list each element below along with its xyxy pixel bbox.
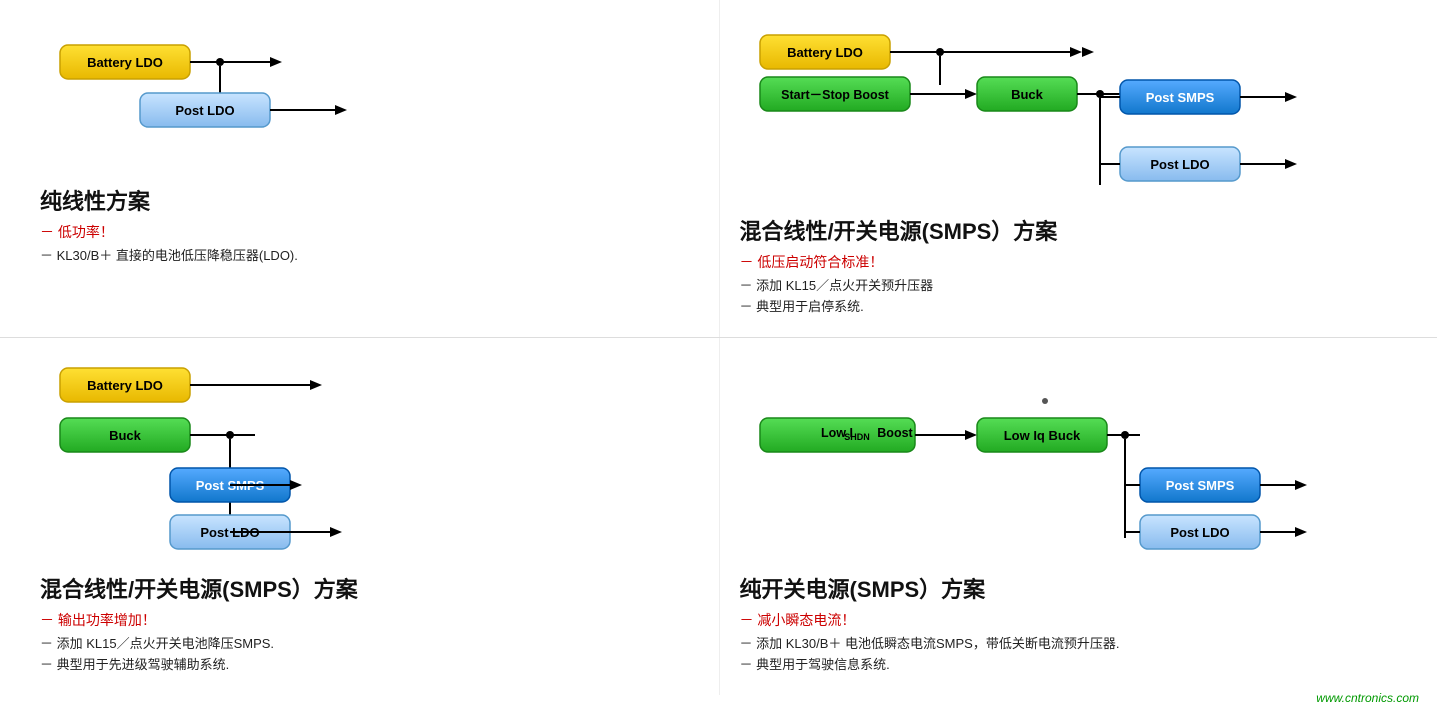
bullet-normal-top-right-2: － 典型用于启停系统. bbox=[740, 296, 1398, 315]
svg-text:Buck: Buck bbox=[1011, 87, 1044, 102]
bullet-red-bottom-left-0: － 输出功率增加！ bbox=[40, 610, 679, 630]
bullet-normal-bottom-left-2: － 典型用于先进级驾驶辅助系统. bbox=[40, 654, 679, 673]
svg-text:SHDN: SHDN bbox=[844, 432, 870, 442]
bullet-red-top-right-0: － 低压启动符合标准！ bbox=[740, 252, 1398, 272]
bullet-normal-bottom-right-1: － 添加 KL30/B＋ 电池低瞬态电流SMPS，带低关断电流预升压器. bbox=[740, 633, 1398, 652]
svg-text:Battery LDO: Battery LDO bbox=[87, 55, 163, 70]
title-top-right: 混合线性/开关电源(SMPS）方案 bbox=[740, 214, 1398, 246]
desc-top-right: 混合线性/开关电源(SMPS）方案 － 低压启动符合标准！ － 添加 KL15／… bbox=[740, 214, 1398, 315]
svg-text:Post LDO: Post LDO bbox=[175, 103, 234, 118]
svg-text:Battery LDO: Battery LDO bbox=[87, 378, 163, 393]
svg-text:Post SMPS: Post SMPS bbox=[1165, 478, 1234, 493]
svg-text:Post SMPS: Post SMPS bbox=[1145, 90, 1214, 105]
diagram-bottom-left: Battery LDO Buck Post SMPS bbox=[40, 363, 460, 548]
svg-text:Low Iq Buck: Low Iq Buck bbox=[1003, 428, 1080, 443]
svg-text:Post LDO: Post LDO bbox=[1150, 157, 1209, 172]
watermark: www.cntronics.com bbox=[1316, 691, 1419, 705]
svg-text:Buck: Buck bbox=[109, 428, 142, 443]
bullet-red-top-left-0: － 低功率！ bbox=[40, 222, 679, 242]
desc-top-left: 纯线性方案 － 低功率！ － KL30/B＋ 直接的电池低压降稳压器(LDO). bbox=[40, 184, 679, 264]
title-bottom-left: 混合线性/开关电源(SMPS）方案 bbox=[40, 572, 679, 604]
desc-bottom-right: 纯开关电源(SMPS）方案 － 减小瞬态电流！ － 添加 KL30/B＋ 电池低… bbox=[740, 572, 1398, 673]
desc-bottom-left: 混合线性/开关电源(SMPS）方案 － 输出功率增加！ － 添加 KL15／点火… bbox=[40, 572, 679, 673]
svg-text:Battery LDO: Battery LDO bbox=[787, 45, 863, 60]
diagram-top-right: Battery LDO Start－Stop Boost bbox=[740, 30, 1300, 190]
svg-text:Post LDO: Post LDO bbox=[1170, 525, 1229, 540]
bullet-normal-bottom-right-2: － 典型用于驾驶信息系统. bbox=[740, 654, 1398, 673]
bullet-normal-top-left-1: － KL30/B＋ 直接的电池低压降稳压器(LDO). bbox=[40, 245, 679, 264]
bullet-normal-bottom-left-1: － 添加 KL15／点火开关电池降压SMPS. bbox=[40, 633, 679, 652]
bullet-normal-top-right-1: － 添加 KL15／点火开关预升压器 bbox=[740, 275, 1398, 294]
diagram-bottom-right: Low I SHDN Boost Low Iq Buck bbox=[740, 363, 1300, 548]
title-bottom-right: 纯开关电源(SMPS）方案 bbox=[740, 572, 1398, 604]
svg-text:Start－Stop Boost: Start－Stop Boost bbox=[781, 88, 889, 102]
diagram-top-left: Battery LDO Post LDO bbox=[40, 30, 420, 160]
bullet-red-bottom-right-0: － 减小瞬态电流！ bbox=[740, 610, 1398, 630]
title-top-left: 纯线性方案 bbox=[40, 184, 679, 216]
svg-text:Boost: Boost bbox=[877, 426, 913, 440]
